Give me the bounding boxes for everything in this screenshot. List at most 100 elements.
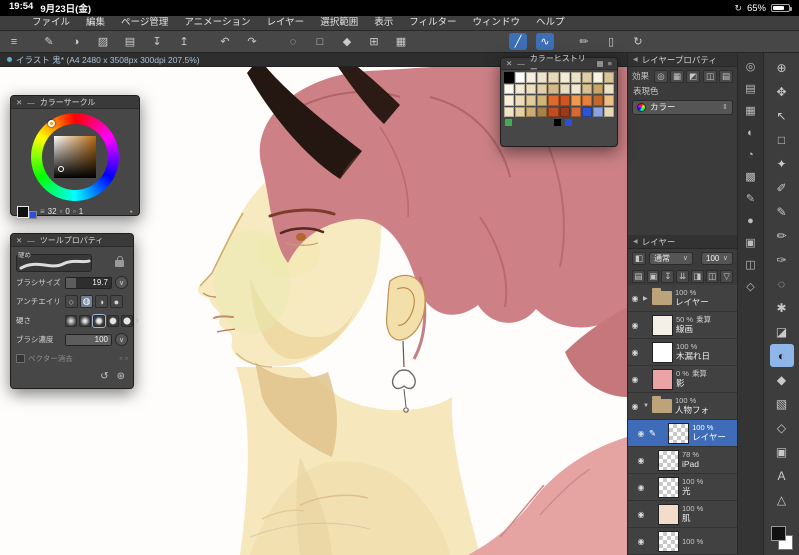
zoom-tool-icon[interactable]: ⊕ — [770, 56, 794, 79]
color-circle-tab-icon[interactable]: ◎ — [741, 57, 761, 76]
visibility-eye-icon[interactable]: ◉ — [630, 402, 640, 411]
main-color-chip[interactable] — [17, 205, 29, 218]
transfer-down-icon[interactable]: ↧ — [661, 269, 675, 283]
divide-view-icon[interactable]: ◫ — [705, 269, 719, 283]
layer-row-bottom[interactable]: ◉ ✎ 100 % — [628, 528, 737, 555]
export-icon[interactable]: ↥ — [175, 33, 193, 50]
layer-thumbnail[interactable] — [652, 314, 673, 336]
menu-item[interactable]: ウィンドウ — [465, 16, 529, 30]
layer-row-kage[interactable]: ◉ ✎ 0 % 乗算 影 — [628, 366, 737, 393]
hardness-option[interactable] — [107, 314, 119, 327]
gradient-tool-icon[interactable]: ▧ — [770, 392, 794, 415]
fill-icon[interactable]: ◆ — [338, 33, 356, 50]
layer-row-jinbutsu-folder[interactable]: ◉ ✎ ▼ 100 % 人物フォ — [628, 393, 737, 420]
auto-select-tool-icon[interactable]: ✦ — [770, 152, 794, 175]
history-color-swatch[interactable] — [603, 106, 614, 117]
hardness-option[interactable] — [65, 314, 77, 327]
menu-item[interactable]: レイヤー — [258, 16, 312, 30]
menu-item[interactable]: フィルター — [401, 16, 464, 30]
layer-thumbnail[interactable] — [658, 530, 679, 552]
material-tab-icon[interactable]: ◫ — [741, 255, 761, 274]
vector-erase-checkbox[interactable] — [16, 354, 25, 363]
hue-cursor[interactable] — [48, 120, 55, 127]
eraser-tool-icon[interactable]: ◪ — [770, 320, 794, 343]
tool-settings-icon[interactable]: ⊛ — [117, 371, 125, 382]
grid-view-icon[interactable]: ▦ — [597, 59, 604, 68]
history-color-swatch[interactable] — [504, 83, 515, 94]
history-color-swatch[interactable] — [559, 83, 570, 94]
sv-cursor[interactable] — [58, 166, 64, 172]
layer-row-ipad[interactable]: ◉ ✎ 78 % iPad — [628, 447, 737, 474]
history-color-swatch[interactable] — [581, 72, 592, 83]
new-raster-layer-icon[interactable]: ▤ — [632, 269, 645, 283]
device-icon[interactable]: ▯ — [602, 33, 620, 50]
chevron-right-icon[interactable]: › — [136, 316, 139, 325]
airbrush-tool-icon[interactable]: ◌ — [770, 272, 794, 295]
visibility-eye-icon[interactable]: ◉ — [636, 456, 646, 465]
history-color-swatch[interactable] — [581, 95, 592, 106]
close-icon[interactable]: ✕ — [506, 59, 512, 68]
layer-row-hikari[interactable]: ◉ ✎ 100 % 光 — [628, 474, 737, 501]
sub-view-tab-icon[interactable]: ▣ — [741, 233, 761, 252]
sub-color-chip[interactable] — [29, 211, 37, 219]
layer-thumbnail[interactable] — [652, 368, 673, 390]
menu-item[interactable]: ファイル — [24, 16, 78, 30]
close-icon[interactable]: ✕ — [16, 236, 22, 245]
history-color-swatch[interactable] — [570, 72, 581, 83]
decoration-tool-icon[interactable]: ✱ — [770, 296, 794, 319]
merge-down-icon[interactable]: ⇊ — [676, 269, 689, 283]
menu-item[interactable]: アニメーション — [176, 16, 258, 30]
history-color-swatch[interactable] — [592, 83, 603, 94]
slider-options-button[interactable]: ∨ — [115, 276, 128, 289]
deselect-icon[interactable]: ◌ — [284, 33, 302, 50]
pen-tool-icon[interactable]: ✎ — [770, 200, 794, 223]
figure-tool-icon[interactable]: ◇ — [770, 416, 794, 439]
hardness-option[interactable] — [92, 313, 106, 328]
move-canvas-tool-icon[interactable]: ✥ — [770, 80, 794, 103]
layer-opacity-control[interactable]: 100 ∨ — [701, 251, 733, 265]
history-color-swatch[interactable] — [603, 83, 614, 94]
delete-layer-icon[interactable]: ▽ — [720, 269, 734, 283]
vector-erase-option-icon[interactable]: ▫ — [119, 354, 122, 363]
color-set-tab-icon[interactable]: ▦ — [741, 101, 761, 120]
history-color-swatch[interactable] — [559, 95, 570, 106]
menu-item[interactable]: ヘルプ — [528, 16, 573, 30]
color-mixer-tab-icon[interactable]: ◐ — [741, 123, 761, 142]
minimize-icon[interactable]: — — [27, 236, 35, 245]
hardness-option[interactable] — [121, 314, 133, 327]
history-color-swatch[interactable] — [603, 72, 614, 83]
document-tab[interactable]: イラスト 鬼* (A4 2480 x 3508px 300dpi 207.5%) — [16, 54, 200, 66]
layer-row-senga[interactable]: ◉ ✎ 50 % 乗算 線画 — [628, 312, 737, 339]
layer-thumbnail[interactable] — [668, 422, 690, 444]
visibility-eye-icon[interactable]: ◉ — [636, 483, 646, 492]
layer-panel-header[interactable]: ◀ レイヤー — [628, 235, 737, 249]
pencil-tool-icon[interactable]: ✏ — [770, 224, 794, 247]
brush-size-slider[interactable]: 19.7 — [65, 276, 112, 289]
panel-menu-icon[interactable]: ≡ — [608, 59, 612, 68]
history-clock-icon[interactable]: ◔ — [128, 207, 133, 217]
history-color-swatch[interactable] — [548, 83, 559, 94]
reset-all-icon[interactable]: ↺ — [100, 371, 108, 382]
blend-mode-select[interactable]: 通常 ∨ — [649, 251, 693, 265]
history-color-swatch[interactable] — [526, 106, 537, 117]
history-color-swatch[interactable] — [515, 95, 526, 106]
frame-border-tool-icon[interactable]: ▣ — [770, 440, 794, 463]
layer-mask-icon[interactable]: ◨ — [690, 269, 704, 283]
layer-row-komorebi[interactable]: ◉ ✎ 100 % 木漏れ日 — [628, 339, 737, 366]
transform-icon[interactable]: ⊞ — [365, 33, 383, 50]
history-color-swatch[interactable] — [515, 83, 526, 94]
history-color-swatch[interactable] — [581, 106, 592, 117]
visibility-eye-icon[interactable]: ◉ — [630, 294, 640, 303]
anti-alias-option[interactable]: ● — [110, 295, 123, 308]
menu-item[interactable]: ページ管理 — [113, 16, 176, 30]
history-color-swatch[interactable] — [592, 95, 603, 106]
duplicate-panel-icon[interactable]: ◫ — [703, 69, 717, 83]
color-slider-tab-icon[interactable]: ▤ — [741, 79, 761, 98]
history-color-swatch[interactable] — [537, 106, 548, 117]
slider-options-button[interactable]: ∨ — [115, 333, 128, 346]
folder-arrow-icon[interactable]: ▶ — [643, 295, 649, 302]
swatch-tab-icon[interactable]: ▩ — [741, 167, 761, 186]
visibility-eye-icon[interactable]: ◉ — [636, 537, 646, 546]
navigator-tab-icon[interactable]: ◇ — [741, 277, 761, 296]
history-color-swatch[interactable] — [526, 95, 537, 106]
